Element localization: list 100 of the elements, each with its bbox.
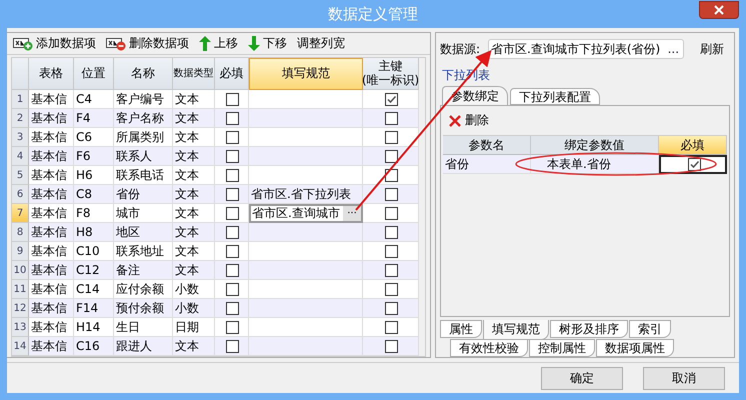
row-number[interactable]: 3 xyxy=(12,128,29,147)
checkbox[interactable] xyxy=(226,264,239,276)
tab[interactable]: 索引 xyxy=(629,320,671,338)
column-header[interactable]: 名称 xyxy=(114,58,173,90)
table-cell: 文本 xyxy=(173,147,215,166)
checkbox[interactable] xyxy=(385,226,398,238)
toolbar-button[interactable]: 删除数据项 xyxy=(106,35,189,52)
checkbox[interactable] xyxy=(226,340,239,352)
table-cell: C8 xyxy=(74,185,114,204)
table-cell: 文本 xyxy=(173,242,215,261)
toolbar-button[interactable]: 上移 xyxy=(199,35,238,52)
column-header[interactable]: 必填 xyxy=(215,58,249,90)
table-cell: 省市区.省下拉列表 xyxy=(249,185,363,204)
delete-button[interactable]: 删除 xyxy=(443,110,495,131)
column-header[interactable]: 主键 (唯一标识) xyxy=(363,58,419,90)
checkbox[interactable] xyxy=(226,244,239,258)
column-header[interactable]: 数据类型 xyxy=(173,58,215,90)
checkbox[interactable] xyxy=(226,226,239,238)
tab[interactable]: 数据项属性 xyxy=(596,339,674,357)
checkbox[interactable] xyxy=(385,206,398,220)
checkbox[interactable] xyxy=(385,130,398,144)
column-header[interactable]: 表格 xyxy=(29,58,74,90)
checkbox[interactable] xyxy=(226,282,239,296)
checkbox[interactable] xyxy=(226,206,239,220)
row-number[interactable]: 11 xyxy=(12,280,29,299)
close-button[interactable] xyxy=(699,1,739,19)
toolbar-button[interactable]: 下移 xyxy=(248,35,287,52)
tab[interactable]: 填写规范 xyxy=(483,320,549,340)
checkbox[interactable] xyxy=(385,302,398,314)
row-number[interactable]: 8 xyxy=(12,223,29,242)
column-header[interactable]: 填写规范 xyxy=(249,58,363,90)
checkbox[interactable] xyxy=(385,188,398,200)
column-header[interactable]: 参数名 xyxy=(443,136,531,155)
row-number[interactable]: 9 xyxy=(12,242,29,261)
row-number[interactable]: 10 xyxy=(12,261,29,280)
browse-button[interactable]: ... xyxy=(668,42,680,56)
checkbox[interactable] xyxy=(688,158,700,171)
checkbox[interactable] xyxy=(385,282,398,296)
tab[interactable]: 控制属性 xyxy=(529,339,595,357)
checkbox[interactable] xyxy=(226,320,239,334)
checkbox[interactable] xyxy=(385,150,398,162)
checkbox[interactable] xyxy=(226,168,239,182)
table-cell: 省份 xyxy=(443,155,531,174)
checkbox[interactable] xyxy=(385,92,398,106)
row-number[interactable]: 14 xyxy=(12,337,29,356)
toolbar-button[interactable]: 添加数据项 xyxy=(13,35,96,52)
table-cell: 客户名称 xyxy=(114,109,173,128)
row-number[interactable]: 7 xyxy=(12,204,29,223)
tab[interactable]: 有效性校验 xyxy=(450,339,528,357)
table-cell: 生日 xyxy=(114,318,173,337)
table-cell: 基本信 xyxy=(29,204,74,223)
checkbox[interactable] xyxy=(226,302,239,314)
table-cell: H8 xyxy=(74,223,114,242)
table-cell: 地区 xyxy=(114,223,173,242)
checkbox[interactable] xyxy=(385,264,398,276)
delete-x-icon xyxy=(449,114,461,126)
table-cell: C4 xyxy=(74,90,114,109)
browse-button[interactable]: ··· xyxy=(343,206,361,221)
table-cell: 基本信 xyxy=(29,90,74,109)
dialog-button[interactable]: 取消 xyxy=(643,366,725,390)
dialog-button[interactable]: 确定 xyxy=(541,366,623,390)
row-number[interactable]: 4 xyxy=(12,147,29,166)
checkbox[interactable] xyxy=(385,244,398,258)
row-number[interactable]: 5 xyxy=(12,166,29,185)
table-cell: 文本 xyxy=(173,204,215,223)
rule-input-field[interactable]: 省市区.查询城市 ··· xyxy=(249,204,363,223)
column-header[interactable]: 位置 xyxy=(74,58,114,90)
tab[interactable]: 树形及排序 xyxy=(550,320,628,338)
table-cell: 基本信 xyxy=(29,147,74,166)
refresh-button[interactable]: 刷新 xyxy=(694,40,730,58)
row-number[interactable]: 13 xyxy=(12,318,29,337)
checkbox[interactable] xyxy=(385,112,398,124)
table-cell: 文本 xyxy=(173,166,215,185)
column-header[interactable]: 绑定参数值 xyxy=(531,136,659,155)
row-number[interactable]: 12 xyxy=(12,299,29,318)
table-cell: 文本 xyxy=(173,185,215,204)
row-number[interactable]: 1 xyxy=(12,90,29,109)
row-number[interactable]: 2 xyxy=(12,109,29,128)
data-source-field[interactable]: 省市区.查询城市下拉列表(省份) ... xyxy=(488,39,684,59)
toolbar-button[interactable]: 调整列宽 xyxy=(297,35,345,52)
checkbox[interactable] xyxy=(385,320,398,334)
checkbox[interactable] xyxy=(226,150,239,162)
column-header[interactable]: 必填 xyxy=(659,136,727,155)
checkbox[interactable] xyxy=(226,130,239,144)
table-cell: 基本信 xyxy=(29,318,74,337)
table-cell: H6 xyxy=(74,166,114,185)
checkbox[interactable] xyxy=(385,340,398,352)
table-cell: F4 xyxy=(74,109,114,128)
checkbox[interactable] xyxy=(226,188,239,200)
row-number[interactable]: 6 xyxy=(12,185,29,204)
tab[interactable]: 属性 xyxy=(440,320,482,338)
tab[interactable]: 下拉列表配置 xyxy=(510,88,600,105)
table-cell: 文本 xyxy=(173,223,215,242)
table-cell: 文本 xyxy=(173,261,215,280)
checkbox[interactable] xyxy=(226,92,239,106)
table-cell: 联系电话 xyxy=(114,166,173,185)
checkbox[interactable] xyxy=(226,112,239,124)
add-sheet-icon xyxy=(13,36,33,50)
table-cell: 基本信 xyxy=(29,242,74,261)
close-icon xyxy=(714,5,724,15)
